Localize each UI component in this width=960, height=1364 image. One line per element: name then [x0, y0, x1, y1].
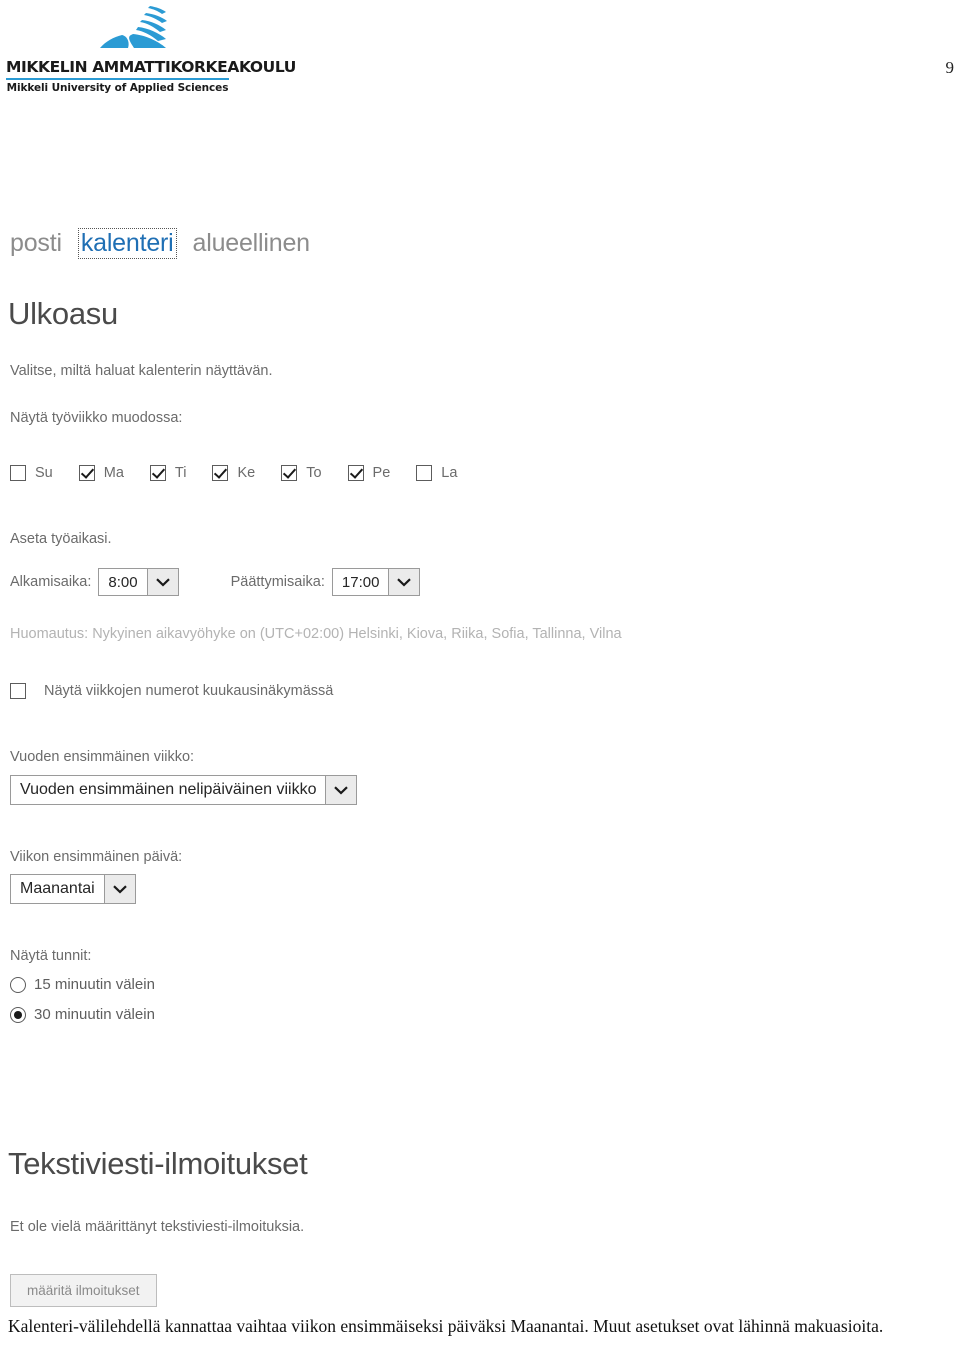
week-numbers-checkbox[interactable]: Näytä viikkojen numerot kuukausinäkymäss… [10, 683, 333, 699]
weekday-checkbox-ti[interactable]: Ti [149, 465, 187, 481]
weekday-label: Ti [174, 465, 187, 481]
show-hours-radio-group[interactable]: 15 minuutin välein 30 minuutin välein [10, 976, 155, 1036]
sms-description: Et ole vielä määrittänyt tekstiviesti-il… [10, 1219, 305, 1235]
logo-subtitle: Mikkeli University of Applied Sciences [6, 82, 229, 94]
weekday-label: Su [35, 465, 53, 481]
first-day-dropdown[interactable]: Maanantai [10, 874, 136, 904]
checkbox-box[interactable] [10, 465, 26, 481]
weekday-label: Ma [103, 465, 124, 481]
show-hours-label: Näytä tunnit: [10, 948, 92, 964]
workweek-label: Näytä työviikko muodossa: [10, 410, 183, 426]
radio-15-minutes[interactable]: 15 minuutin välein [10, 976, 155, 993]
book-waves-logo-icon [78, 4, 228, 56]
radio-label: 15 minuutin välein [34, 976, 155, 993]
appearance-section-title: Ulkoasu [8, 296, 118, 331]
tab-kalenteri[interactable]: kalenteri [77, 228, 177, 259]
tab-posti[interactable]: posti [8, 228, 64, 259]
weekday-checkbox-to[interactable]: To [281, 465, 322, 481]
weekday-label: To [306, 465, 322, 481]
chevron-down-icon[interactable] [388, 569, 420, 595]
appearance-description: Valitse, miltä haluat kalenterin näyttäv… [10, 363, 273, 379]
start-time-label: Alkamisaika: [10, 574, 92, 590]
end-time-value: 17:00 [341, 573, 380, 591]
weekday-checkbox-ke[interactable]: Ke [212, 465, 255, 481]
weekday-label: La [441, 465, 458, 481]
radio-circle[interactable] [10, 976, 26, 993]
chevron-down-icon[interactable] [103, 875, 135, 903]
checkbox-box[interactable] [347, 465, 364, 481]
week-numbers-label: Näytä viikkojen numerot kuukausinäkymäss… [44, 683, 334, 699]
weekday-checkbox-ma[interactable]: Ma [78, 465, 124, 481]
end-time-dropdown[interactable]: 17:00 [331, 568, 421, 596]
checkbox-box[interactable] [212, 465, 229, 481]
workweek-day-checkbox-group[interactable]: Su Ma Ti Ke To Pe La [10, 465, 457, 481]
page-number: 9 [945, 58, 955, 77]
weekday-checkbox-pe[interactable]: Pe [347, 465, 391, 481]
chevron-down-icon[interactable] [146, 569, 178, 595]
weekday-checkbox-su[interactable]: Su [10, 465, 53, 481]
logo-wordmark: MIKKELIN AMMATTIKORKEAKOULU [6, 58, 296, 76]
first-week-label: Vuoden ensimmäinen viikko: [10, 749, 195, 765]
first-day-label: Viikon ensimmäinen päivä: [10, 849, 183, 865]
start-time-dropdown[interactable]: 8:00 [98, 568, 179, 596]
checkbox-box[interactable] [416, 465, 433, 481]
start-time-value: 8:00 [108, 573, 138, 591]
weekday-label: Pe [372, 465, 391, 481]
radio-label: 30 minuutin välein [34, 1006, 155, 1023]
worktime-label: Aseta työaikasi. [10, 531, 112, 547]
first-day-value: Maanantai [20, 880, 95, 897]
weekday-checkbox-la[interactable]: La [416, 465, 457, 481]
worktime-controls[interactable]: Alkamisaika: 8:00 Päättymisaika: 17:00 [10, 568, 421, 596]
weekday-label: Ke [237, 465, 256, 481]
timezone-note: Huomautus: Nykyinen aikavyöhyke on (UTC+… [10, 626, 622, 642]
radio-30-minutes[interactable]: 30 minuutin välein [10, 1006, 155, 1023]
chevron-down-icon[interactable] [325, 776, 357, 804]
document-header: MIKKELIN AMMATTIKORKEAKOULU Mikkeli Univ… [0, 0, 960, 110]
first-week-value: Vuoden ensimmäinen nelipäiväinen viikko [20, 781, 317, 798]
logo-divider [6, 78, 229, 80]
checkbox-box[interactable] [149, 465, 166, 481]
tab-alueellinen[interactable]: alueellinen [191, 228, 312, 259]
checkbox-box[interactable] [10, 683, 26, 699]
checkbox-box[interactable] [78, 465, 95, 481]
end-time-label: Päättymisaika: [230, 574, 325, 590]
configure-notifications-button[interactable]: määritä ilmoitukset [10, 1274, 157, 1307]
first-week-dropdown[interactable]: Vuoden ensimmäinen nelipäiväinen viikko [10, 775, 358, 805]
radio-circle[interactable] [10, 1006, 26, 1023]
document-caption: Kalenteri-välilehdellä kannattaa vaihtaa… [8, 1316, 884, 1336]
checkbox-box[interactable] [281, 465, 298, 481]
sms-section-title: Tekstiviesti-ilmoitukset [8, 1146, 308, 1181]
institution-logo: MIKKELIN AMMATTIKORKEAKOULU Mikkeli Univ… [6, 4, 296, 94]
settings-tab-bar[interactable]: posti kalenteri alueellinen [8, 228, 312, 259]
